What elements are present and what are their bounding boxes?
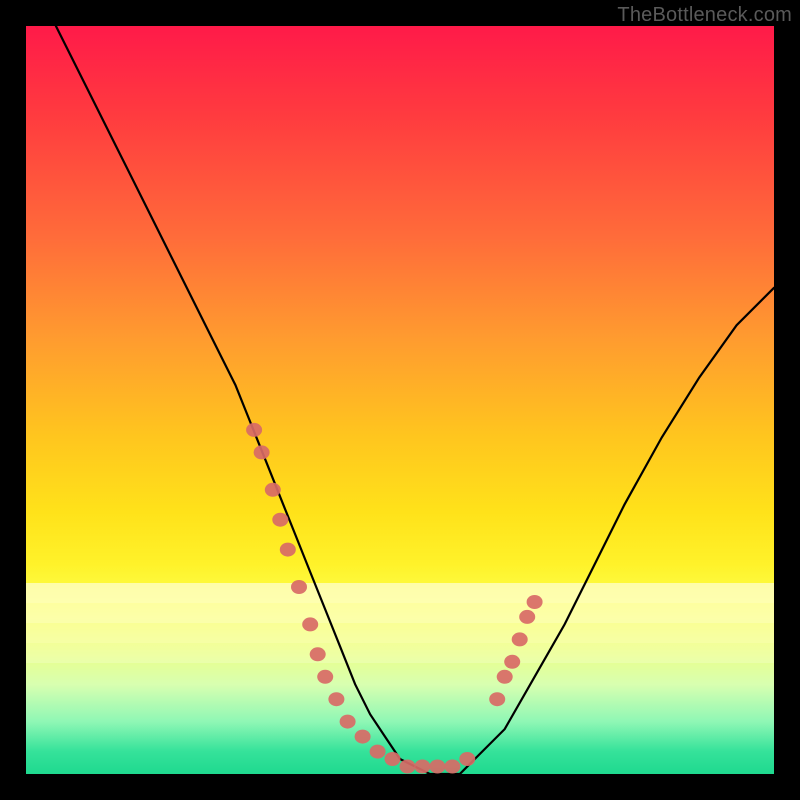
marker-dot	[527, 595, 543, 609]
curve-layer	[26, 26, 774, 774]
marker-dot	[280, 543, 296, 557]
marker-dot	[519, 610, 535, 624]
marker-dot	[512, 632, 528, 646]
marker-dot	[370, 745, 386, 759]
marker-dot	[489, 692, 505, 706]
chart-frame: TheBottleneck.com	[0, 0, 800, 800]
watermark-text: TheBottleneck.com	[617, 4, 792, 27]
marker-dot	[504, 655, 520, 669]
marker-dot	[429, 760, 445, 774]
marker-dot	[272, 513, 288, 527]
marker-dot	[444, 760, 460, 774]
marker-dot	[340, 715, 356, 729]
bottleneck-curve	[56, 26, 774, 774]
marker-dots	[246, 423, 542, 774]
marker-dot	[310, 647, 326, 661]
marker-dot	[414, 760, 430, 774]
marker-dot	[317, 670, 333, 684]
marker-dot	[302, 617, 318, 631]
marker-dot	[328, 692, 344, 706]
marker-dot	[497, 670, 513, 684]
marker-dot	[246, 423, 262, 437]
marker-dot	[291, 580, 307, 594]
marker-dot	[400, 760, 416, 774]
marker-dot	[265, 483, 281, 497]
marker-dot	[459, 752, 475, 766]
marker-dot	[254, 445, 270, 459]
marker-dot	[355, 730, 371, 744]
marker-dot	[385, 752, 401, 766]
